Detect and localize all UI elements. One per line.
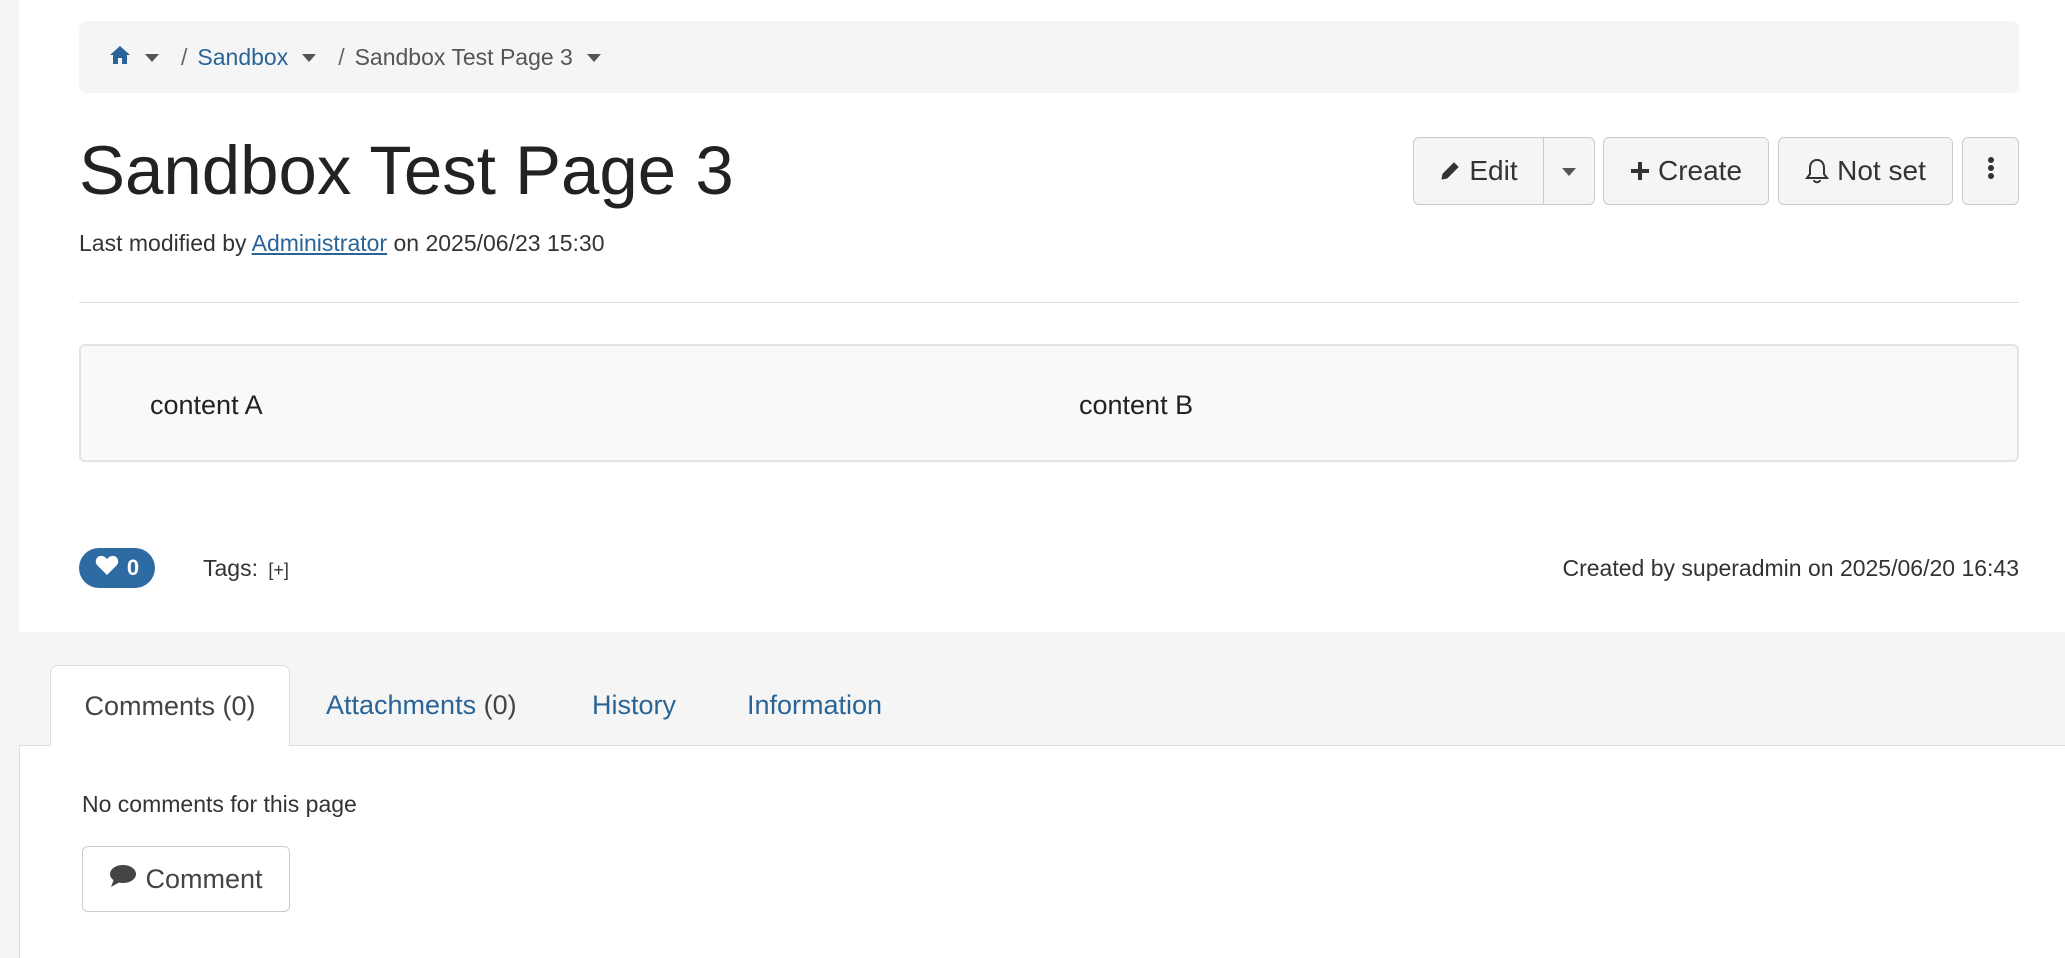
plus-icon	[1630, 161, 1650, 181]
breadcrumb: / Sandbox / Sandbox Test Page 3	[79, 21, 2019, 93]
comment-button[interactable]: Comment	[82, 846, 290, 912]
content-panel: content A content B	[79, 344, 2019, 462]
tags: Tags: [+]	[203, 555, 289, 582]
create-label: Create	[1657, 155, 1743, 186]
tab-attachments[interactable]: Attachments (0)	[326, 665, 517, 746]
content-column-a: content A	[150, 390, 263, 420]
more-actions-button[interactable]	[1962, 137, 2019, 205]
modified-suffix: on 2025/06/23 15:30	[393, 230, 605, 256]
tags-label: Tags:	[203, 555, 258, 581]
modified-user-link[interactable]: Administrator	[252, 230, 387, 256]
modified-prefix: Last modified by	[79, 230, 247, 256]
tab-history[interactable]: History	[592, 665, 676, 746]
tab-attachments-label: Attachments	[326, 690, 477, 720]
tab-comments-label: Comments	[84, 691, 215, 721]
like-count: 0	[126, 555, 140, 580]
divider	[79, 302, 2019, 303]
home-icon[interactable]	[109, 44, 131, 71]
edit-label: Edit	[1469, 155, 1518, 186]
heart-icon	[95, 554, 119, 582]
breadcrumb-current: Sandbox Test Page 3	[354, 43, 573, 70]
breadcrumb-link-sandbox[interactable]: Sandbox	[197, 44, 288, 71]
chevron-down-icon[interactable]	[302, 54, 317, 62]
tab-comments-count: (0)	[222, 691, 256, 721]
breadcrumb-separator: /	[338, 43, 345, 70]
last-modified: Last modified by Administrator on 2025/0…	[79, 230, 605, 257]
comment-button-label: Comment	[145, 863, 263, 894]
pencil-icon	[1439, 160, 1461, 182]
chevron-down-icon	[1562, 168, 1576, 176]
tab-attachments-count: (0)	[483, 690, 517, 720]
tab-comments[interactable]: Comments (0)	[50, 665, 290, 747]
content-column-b: content B	[1079, 390, 1194, 420]
breadcrumb-item-current: Sandbox Test Page 3	[355, 44, 601, 71]
bell-icon	[1805, 158, 1830, 184]
create-button[interactable]: Create	[1603, 137, 1769, 205]
breadcrumb-home[interactable]	[79, 44, 159, 71]
comments-panel: No comments for this page Comment	[19, 746, 2065, 958]
edit-menu-toggle[interactable]	[1543, 137, 1595, 205]
chevron-down-icon[interactable]	[586, 54, 601, 62]
breadcrumb-item-sandbox[interactable]: Sandbox	[197, 44, 317, 71]
chevron-down-icon[interactable]	[145, 54, 159, 62]
notifications-button[interactable]: Not set	[1778, 137, 1953, 205]
vertical-ellipsis-icon	[1987, 155, 1995, 187]
edit-button[interactable]: Edit	[1413, 137, 1544, 205]
notify-label: Not set	[1837, 155, 1926, 186]
page-title: Sandbox Test Page 3	[79, 132, 734, 209]
breadcrumb-separator: /	[181, 43, 188, 70]
tab-information[interactable]: Information	[747, 665, 882, 746]
created-info: Created by superadmin on 2025/06/20 16:4…	[1562, 555, 2020, 581]
tab-history-label: History	[592, 690, 677, 720]
speech-bubble-icon	[109, 864, 137, 895]
no-comments-text: No comments for this page	[82, 791, 357, 817]
like-button[interactable]: 0	[79, 548, 155, 588]
tab-information-label: Information	[747, 690, 883, 720]
add-tag-link[interactable]: [+]	[268, 560, 289, 580]
page-card	[19, 0, 2065, 632]
